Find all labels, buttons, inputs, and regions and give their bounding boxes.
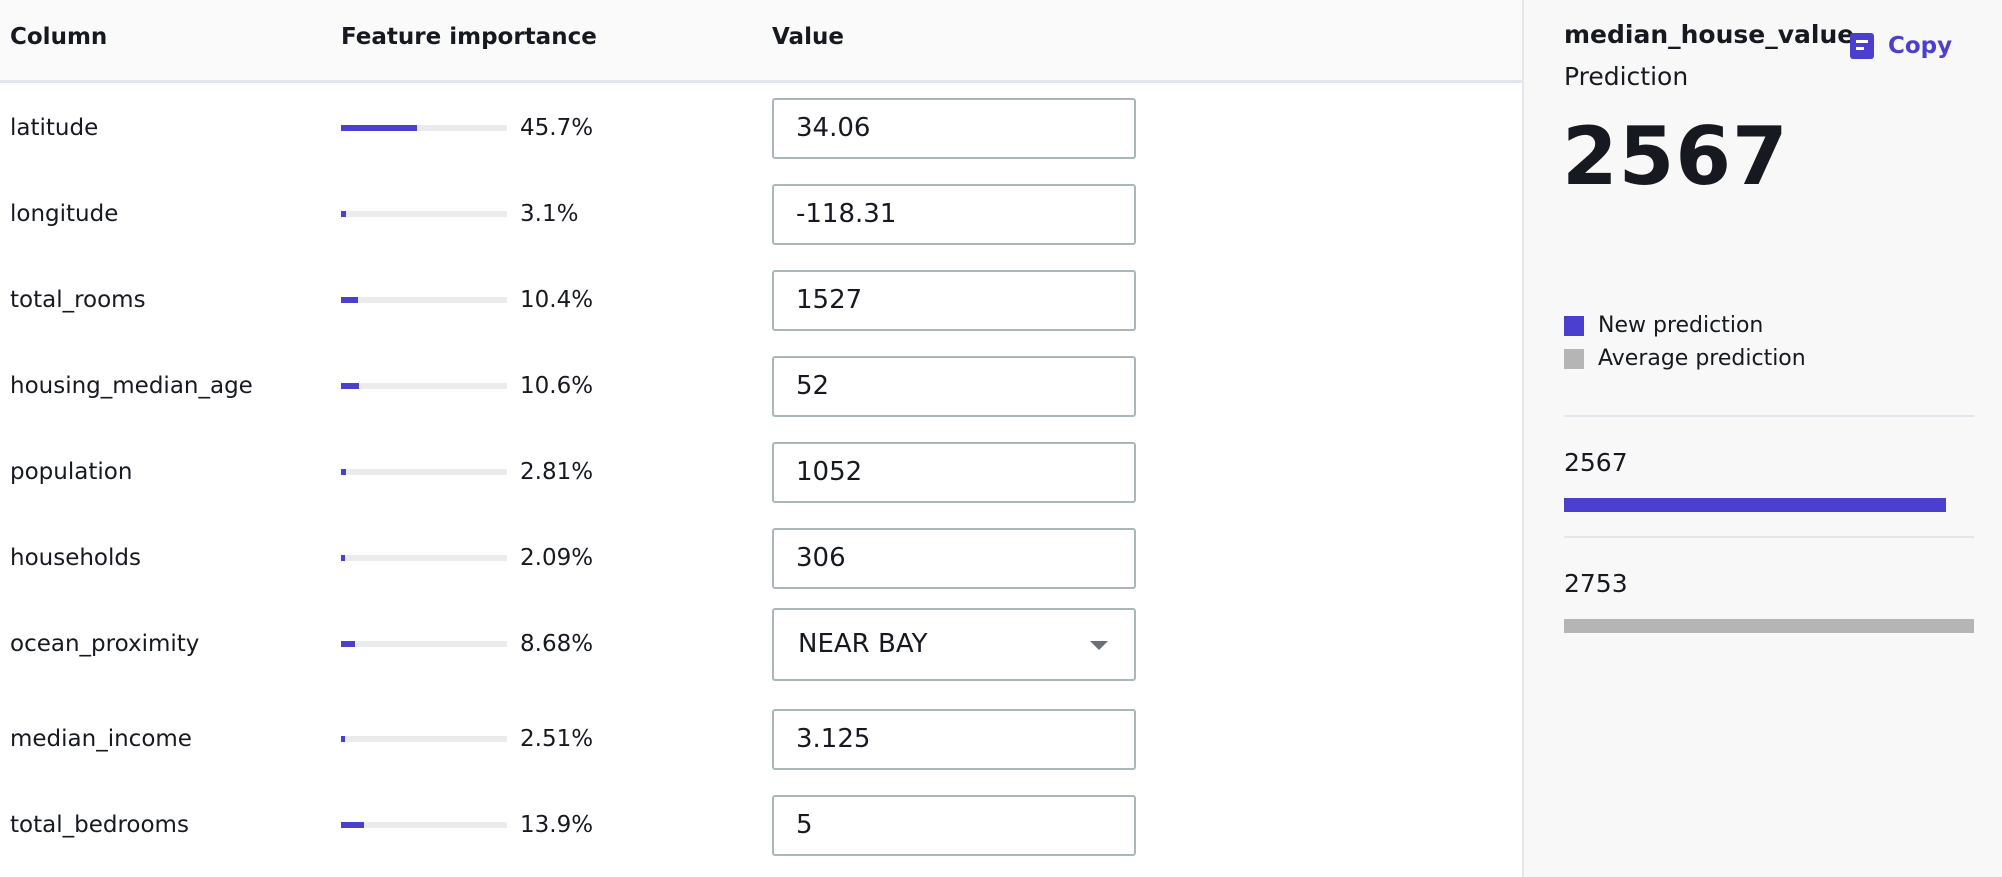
importance-bar — [341, 555, 507, 561]
importance-bar-fill — [341, 736, 345, 742]
table-row: total_rooms 10.4% 1527 — [0, 258, 1522, 344]
table-row: households 2.09% 306 — [0, 516, 1522, 602]
importance-bar — [341, 736, 507, 742]
importance-bar-fill — [341, 555, 345, 561]
target-column-name: median_house_value — [1564, 20, 1855, 49]
feature-name: latitude — [10, 115, 99, 141]
table-row: ocean_proximity 8.68% NEAR BAY — [0, 602, 1522, 688]
importance-bar — [341, 641, 507, 647]
divider — [1564, 415, 1974, 417]
feature-name: median_income — [10, 726, 192, 752]
value-input[interactable]: 306 — [772, 527, 1136, 589]
header-column: Column — [10, 24, 108, 50]
copy-label: Copy — [1888, 33, 1953, 59]
importance-bar-fill — [341, 641, 355, 647]
importance-percent: 8.68% — [520, 631, 594, 657]
new-prediction-bar — [1564, 498, 1946, 512]
importance-bar — [341, 822, 507, 828]
caret-down-icon — [1090, 640, 1108, 650]
prediction-label: Prediction — [1564, 62, 1689, 91]
average-prediction-bar — [1564, 619, 1974, 633]
table-row: population 2.81% 1052 — [0, 430, 1522, 516]
header-feature-importance: Feature importance — [341, 24, 597, 50]
feature-name: total_bedrooms — [10, 812, 189, 838]
importance-bar-fill — [341, 383, 359, 389]
average-prediction-value: 2753 — [1564, 569, 1628, 598]
value-input[interactable]: 1052 — [772, 441, 1136, 503]
importance-bar — [341, 383, 507, 389]
table-header: Column Feature importance Value — [0, 0, 1522, 83]
header-value: Value — [772, 24, 844, 50]
value-input[interactable]: 5 — [772, 794, 1136, 856]
legend-new-prediction: New prediction — [1564, 313, 1763, 338]
importance-bar-fill — [341, 297, 358, 303]
importance-percent: 45.7% — [520, 115, 594, 141]
feature-name: population — [10, 459, 133, 485]
new-prediction-value: 2567 — [1564, 448, 1628, 477]
table-row: latitude 45.7% 34.06 — [0, 86, 1522, 172]
feature-name: total_rooms — [10, 287, 146, 313]
feature-name: housing_median_age — [10, 373, 253, 399]
importance-percent: 2.81% — [520, 459, 594, 485]
importance-bar — [341, 297, 507, 303]
importance-percent: 13.9% — [520, 812, 594, 838]
feature-panel: Column Feature importance Value latitude… — [0, 0, 1522, 877]
legend-swatch-average — [1564, 348, 1584, 369]
table-row: longitude 3.1% -118.31 — [0, 172, 1522, 258]
prediction-panel: median_house_value Copy Prediction 2567 … — [1522, 0, 2002, 877]
importance-bar — [341, 469, 507, 475]
divider — [1564, 536, 1974, 538]
feature-name: longitude — [10, 201, 119, 227]
importance-percent: 10.4% — [520, 287, 594, 313]
document-icon — [1850, 33, 1874, 59]
legend-swatch-new — [1564, 315, 1584, 336]
importance-percent: 3.1% — [520, 201, 579, 227]
feature-name: households — [10, 545, 141, 571]
value-select[interactable]: NEAR BAY — [772, 607, 1136, 681]
copy-button[interactable]: Copy — [1850, 30, 1952, 62]
table-row: total_bedrooms 13.9% 5 — [0, 783, 1522, 869]
importance-percent: 2.09% — [520, 545, 594, 571]
importance-bar-fill — [341, 211, 346, 217]
value-input[interactable]: -118.31 — [772, 183, 1136, 245]
select-value: NEAR BAY — [798, 628, 928, 659]
feature-name: ocean_proximity — [10, 631, 200, 657]
importance-bar-fill — [341, 125, 417, 131]
importance-percent: 2.51% — [520, 726, 594, 752]
table-row: housing_median_age 10.6% 52 — [0, 344, 1522, 430]
value-input[interactable]: 52 — [772, 355, 1136, 417]
legend-label-average: Average prediction — [1598, 346, 1806, 371]
importance-bar-fill — [341, 822, 364, 828]
importance-bar-fill — [341, 469, 346, 475]
importance-percent: 10.6% — [520, 373, 594, 399]
importance-bar — [341, 125, 507, 131]
legend-average-prediction: Average prediction — [1564, 346, 1806, 371]
value-input[interactable]: 3.125 — [772, 708, 1136, 770]
prediction-value: 2567 — [1562, 110, 1789, 203]
value-input[interactable]: 34.06 — [772, 97, 1136, 159]
value-input[interactable]: 1527 — [772, 269, 1136, 331]
legend-label-new: New prediction — [1598, 313, 1764, 338]
importance-bar — [341, 211, 507, 217]
table-row: median_income 2.51% 3.125 — [0, 697, 1522, 783]
